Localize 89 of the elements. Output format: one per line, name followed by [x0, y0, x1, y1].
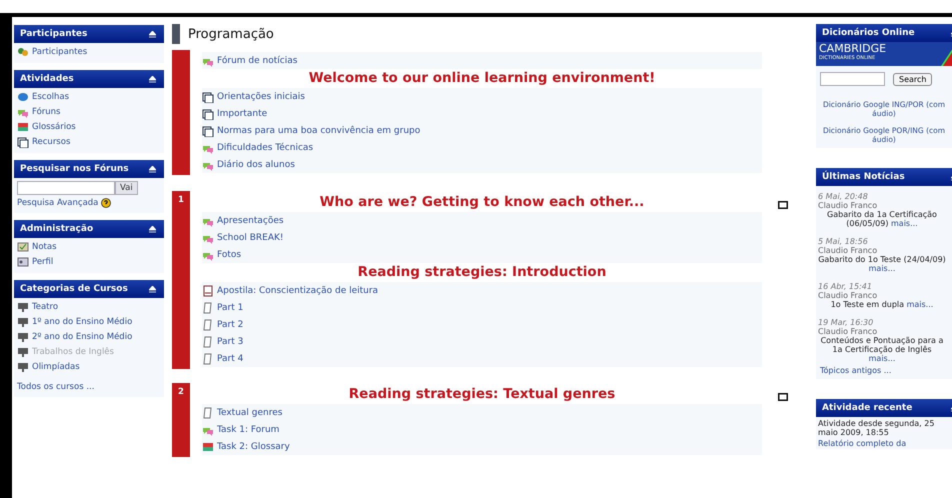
collapse-icon[interactable]: [149, 286, 156, 292]
activity-link[interactable]: Part 3: [202, 333, 762, 350]
sidebar-link[interactable]: Recursos: [17, 136, 162, 148]
activity-link[interactable]: Fotos: [202, 246, 762, 263]
advanced-search-link[interactable]: Pesquisa Avançada: [17, 198, 162, 208]
sidebar-link[interactable]: Perfil: [17, 256, 162, 268]
activity-link[interactable]: Task 2: Glossary: [202, 438, 762, 455]
news-date: 6 Mai, 20:48: [818, 192, 869, 201]
help-icon[interactable]: [101, 198, 112, 208]
search-button[interactable]: Search: [893, 72, 932, 86]
activity-link[interactable]: Importante: [202, 105, 762, 122]
dictionary-search-field[interactable]: [820, 72, 885, 86]
news-author: Claudio Franco: [818, 291, 878, 300]
sidebar-link[interactable]: Olimpíadas: [17, 361, 162, 373]
sidebar-link[interactable]: Fóruns: [17, 106, 162, 118]
news-author: Claudio Franco: [818, 327, 878, 336]
activity-link[interactable]: Part 4: [202, 350, 762, 367]
resource-icon: [202, 124, 214, 136]
section-heading: Reading strategies: Introduction: [356, 263, 608, 282]
page-icon: [202, 318, 214, 330]
profile-icon: [17, 256, 29, 268]
older-topics-link[interactable]: Tópicos antigos ...: [818, 366, 946, 375]
activity-link[interactable]: Part 1: [202, 299, 762, 316]
all-courses-link[interactable]: Todos os cursos ...: [17, 382, 162, 392]
sidebar-link[interactable]: Notas: [17, 241, 162, 253]
resource-icon: [202, 108, 214, 120]
collapse-icon[interactable]: [149, 226, 156, 232]
news-author: Claudio Franco: [818, 246, 878, 255]
activity-link[interactable]: School BREAK!: [202, 229, 762, 246]
activity-link[interactable]: Part 2: [202, 316, 762, 333]
section-number: 2: [178, 387, 184, 397]
sidebar-link[interactable]: 1º ano do Ensino Médio: [17, 316, 162, 328]
news-text: 1o Teste em dupla mais...: [830, 300, 934, 309]
participants-icon: [17, 46, 29, 58]
more-link[interactable]: mais...: [868, 354, 896, 363]
section-heading: Reading strategies: Textual genres: [348, 385, 616, 404]
more-link[interactable]: mais...: [891, 219, 918, 228]
activity-since-text: Atividade desde segunda, 25 maio 2009, 18:55: [817, 418, 936, 439]
activity-link[interactable]: Fórum de notícias: [202, 52, 762, 69]
block-title: Participantes: [20, 29, 88, 39]
activity-link[interactable]: Textual genres: [202, 404, 762, 421]
block-title: Categorias de Cursos: [20, 284, 128, 294]
activity-link[interactable]: Dificuldades Técnicas: [202, 139, 762, 156]
block-title: Atividade recente: [822, 403, 912, 413]
page-title: Programação: [188, 26, 274, 42]
block-title: Últimas Notícias: [822, 172, 905, 182]
collapse-icon[interactable]: [149, 166, 156, 172]
notes-icon: [17, 241, 29, 253]
section-heading: Who are we? Getting to know each other...: [318, 193, 646, 212]
news-date: 16 Abr, 15:41: [818, 282, 873, 291]
news-date: 5 Mai, 18:56: [818, 237, 869, 246]
news-date: 19 Mar, 16:30: [818, 318, 874, 327]
more-link[interactable]: mais...: [906, 300, 934, 309]
page-icon: [202, 352, 214, 364]
activity-link[interactable]: Normas para uma boa convivência em grupo: [202, 122, 762, 139]
sidebar-link[interactable]: Participantes: [17, 46, 162, 58]
sidebar-link[interactable]: Glossários: [17, 121, 162, 133]
section-heading: Welcome to our online learning environment!: [308, 69, 656, 88]
news-text: Gabarito da 1a Certificação (06/05/09) mais...: [826, 210, 938, 228]
block-title: Pesquisar nos Fóruns: [20, 164, 129, 174]
sidebar-link[interactable]: Escolhas: [17, 91, 162, 103]
page-icon: [202, 302, 214, 314]
resource-icon: [17, 136, 29, 148]
section-number: 1: [178, 195, 184, 205]
collapse-icon[interactable]: [149, 76, 156, 82]
news-text: Conteúdos e Pontuação para a 1a Certificação de Inglês mais...: [820, 336, 944, 363]
title-marker: [172, 24, 180, 44]
sidebar-link[interactable]: Teatro: [17, 301, 162, 313]
resource-icon: [202, 90, 214, 102]
activity-link[interactable]: Apresentações: [202, 212, 762, 229]
activity-link[interactable]: Apostila: Conscientização de leitura: [202, 282, 762, 299]
block-title: Atividades: [20, 74, 74, 84]
news-author: Claudio Franco: [818, 201, 878, 210]
news-text: Gabarito do 1o Teste (24/04/09) mais...: [818, 255, 946, 273]
go-button[interactable]: Vai: [115, 181, 138, 195]
block-title: Administração: [20, 224, 94, 234]
page-icon: [202, 406, 214, 418]
sidebar-link[interactable]: 2º ano do Ensino Médio: [17, 331, 162, 343]
search-field[interactable]: [17, 181, 115, 195]
activity-link[interactable]: Orientações iniciais: [202, 88, 762, 105]
more-link[interactable]: mais...: [868, 264, 896, 273]
highlight-square-icon[interactable]: [778, 393, 788, 401]
full-report-link[interactable]: Relatório completo da: [816, 439, 908, 448]
collapse-icon[interactable]: [149, 30, 156, 38]
activity-link[interactable]: Task 1: Forum: [202, 421, 762, 438]
block-title: Dicionários Online: [822, 28, 915, 38]
activity-link[interactable]: Diário dos alunos: [202, 156, 762, 173]
highlight-square-icon[interactable]: [778, 201, 788, 209]
page-icon: [202, 336, 214, 348]
